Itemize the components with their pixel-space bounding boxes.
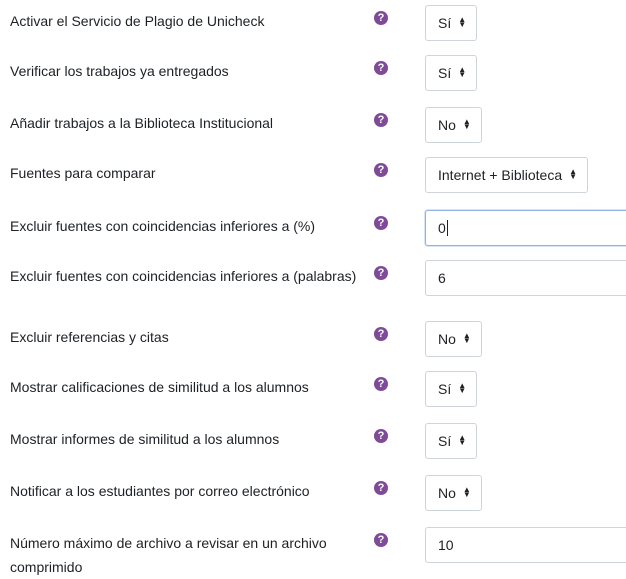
setting-row-notify-email: Notificar a los estudiantes por correo e… — [0, 475, 626, 515]
sort-arrows-icon: ▲ ▼ — [462, 117, 471, 131]
select-value: Sí — [438, 433, 452, 449]
exclude-percent-input[interactable]: 0 — [425, 210, 626, 246]
setting-row-show-scores: Mostrar calificaciones de similitud a lo… — [0, 371, 626, 411]
select-value: No — [438, 485, 456, 501]
select-value: Internet + Biblioteca — [438, 167, 563, 183]
help-question-icon[interactable]: ? — [374, 61, 388, 75]
exclude-words-input[interactable]: 6 — [425, 260, 626, 296]
select-value: Sí — [438, 65, 452, 81]
select-value: Sí — [438, 381, 452, 397]
sort-arrows-icon: ▲ ▼ — [462, 485, 471, 499]
setting-row-exclude-words: Excluir fuentes con coincidencias inferi… — [0, 260, 626, 300]
help-question-icon[interactable]: ? — [374, 266, 388, 280]
show-scores-select[interactable]: Sí ▲ ▼ — [425, 371, 478, 407]
help-question-icon[interactable]: ? — [374, 429, 388, 443]
setting-label: Mostrar informes de similitud a los alum… — [10, 431, 280, 447]
input-value: 6 — [438, 270, 446, 286]
verify-submitted-select[interactable]: Sí ▲ ▼ — [425, 55, 478, 91]
exclude-references-select[interactable]: No ▲ ▼ — [425, 321, 482, 357]
sort-arrows-icon: ▲ ▼ — [458, 65, 467, 79]
setting-row-activate-service: Activar el Servicio de Plagio de Unichec… — [0, 5, 626, 45]
setting-row-max-files: Número máximo de archivo a revisar en un… — [0, 527, 626, 575]
input-value: 10 — [438, 537, 454, 553]
setting-row-sources: Fuentes para comparar ? Internet + Bibli… — [0, 157, 626, 197]
help-question-icon[interactable]: ? — [374, 533, 388, 547]
sort-arrows-icon: ▲ ▼ — [569, 167, 578, 181]
setting-row-show-reports: Mostrar informes de similitud a los alum… — [0, 423, 626, 463]
input-value: 0 — [438, 220, 446, 236]
setting-label: Verificar los trabajos ya entregados — [10, 63, 229, 79]
select-value: No — [438, 117, 456, 133]
sources-select[interactable]: Internet + Biblioteca ▲ ▼ — [425, 157, 589, 193]
activate-service-select[interactable]: Sí ▲ ▼ — [425, 5, 478, 41]
setting-label: Fuentes para comparar — [10, 165, 156, 181]
notify-email-select[interactable]: No ▲ ▼ — [425, 475, 482, 511]
select-value: Sí — [438, 15, 452, 31]
show-reports-select[interactable]: Sí ▲ ▼ — [425, 423, 478, 459]
setting-label: Excluir fuentes con coincidencias inferi… — [10, 268, 357, 284]
max-files-input[interactable]: 10 — [425, 527, 626, 563]
help-question-icon[interactable]: ? — [374, 327, 388, 341]
help-question-icon[interactable]: ? — [374, 481, 388, 495]
setting-label: Mostrar calificaciones de similitud a lo… — [10, 379, 309, 395]
sort-arrows-icon: ▲ ▼ — [458, 15, 467, 29]
add-to-library-select[interactable]: No ▲ ▼ — [425, 107, 482, 143]
sort-arrows-icon: ▲ ▼ — [458, 381, 467, 395]
help-question-icon[interactable]: ? — [374, 377, 388, 391]
select-value: No — [438, 331, 456, 347]
text-cursor — [446, 220, 448, 236]
setting-row-verify-submitted: Verificar los trabajos ya entregados ? S… — [0, 55, 626, 95]
sort-arrows-icon: ▲ ▼ — [462, 331, 471, 345]
setting-label: Excluir fuentes con coincidencias inferi… — [10, 218, 316, 234]
plagiarism-settings-form: Activar el Servicio de Plagio de Unichec… — [0, 0, 626, 575]
setting-label: Número máximo de archivo a revisar en un… — [10, 535, 327, 575]
setting-row-exclude-percent: Excluir fuentes con coincidencias inferi… — [0, 210, 626, 250]
help-question-icon[interactable]: ? — [374, 163, 388, 177]
help-question-icon[interactable]: ? — [374, 11, 388, 25]
setting-row-exclude-references: Excluir referencias y citas ? No ▲ ▼ — [0, 321, 626, 361]
help-question-icon[interactable]: ? — [374, 113, 388, 127]
setting-label: Excluir referencias y citas — [10, 329, 169, 345]
setting-label: Activar el Servicio de Plagio de Unichec… — [10, 13, 265, 29]
help-question-icon[interactable]: ? — [374, 216, 388, 230]
sort-arrows-icon: ▲ ▼ — [458, 433, 467, 447]
setting-row-add-to-library: Añadir trabajos a la Biblioteca Instituc… — [0, 107, 626, 147]
setting-label: Añadir trabajos a la Biblioteca Instituc… — [10, 115, 274, 131]
setting-label: Notificar a los estudiantes por correo e… — [10, 483, 310, 499]
